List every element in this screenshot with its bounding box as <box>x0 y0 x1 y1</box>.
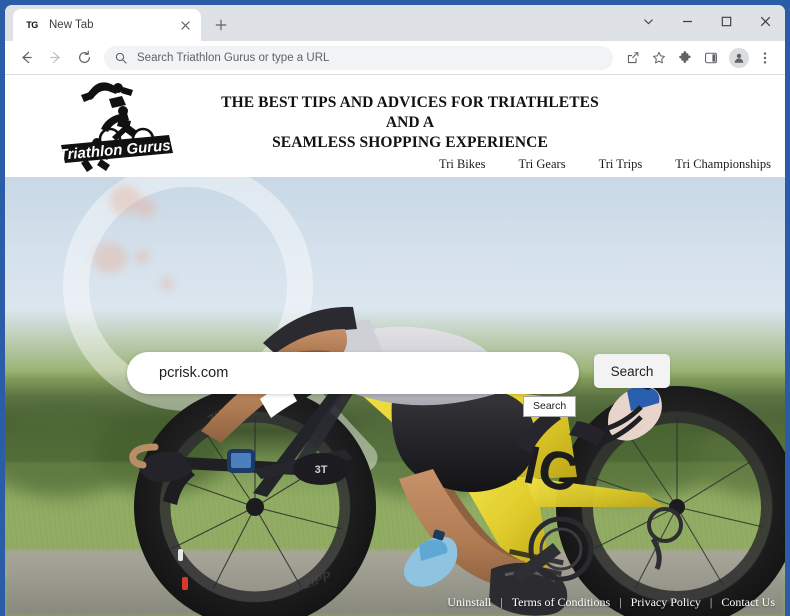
tab-favicon-icon: TG <box>26 20 38 30</box>
nav-item-tri-championships[interactable]: Tri Championships <box>675 157 771 172</box>
reload-icon[interactable] <box>71 45 97 71</box>
search-tooltip: Search <box>523 396 577 417</box>
puzzle-icon[interactable] <box>673 46 697 70</box>
address-bar[interactable]: Search Triathlon Gurus or type a URL <box>104 45 613 70</box>
nav-item-tri-bikes[interactable]: Tri Bikes <box>439 157 485 172</box>
site-header: Triathlon Gurus THE BEST TIPS AND ADVICE… <box>5 75 785 177</box>
profile-avatar-icon[interactable] <box>729 47 749 68</box>
three-dot-menu-icon[interactable] <box>753 46 777 70</box>
site-search-button[interactable]: Search <box>594 354 670 388</box>
headline-line-2: AND A <box>385 114 435 131</box>
footer-link-privacy[interactable]: Privacy Policy <box>631 595 701 610</box>
browser-tab[interactable]: TG New Tab <box>13 9 201 41</box>
footer-link-terms[interactable]: Terms of Conditions <box>512 595 611 610</box>
address-bar-placeholder: Search Triathlon Gurus or type a URL <box>137 51 330 64</box>
site-headline: THE BEST TIPS AND ADVICES FOR TRIATHLETE… <box>180 93 640 153</box>
browser-window: TG New Tab Search Triathlon Gurus or typ… <box>5 5 785 616</box>
footer-separator: | <box>709 595 713 609</box>
site-search-input[interactable] <box>159 365 549 381</box>
footer-link-contact[interactable]: Contact Us <box>721 595 775 610</box>
forward-arrow-icon[interactable] <box>42 45 68 71</box>
svg-text:Triathlon Gurus: Triathlon Gurus <box>58 137 171 164</box>
tab-strip: TG New Tab <box>5 5 785 41</box>
nav-item-tri-gears[interactable]: Tri Gears <box>518 157 565 172</box>
share-icon[interactable] <box>621 46 645 70</box>
window-close-icon[interactable] <box>746 5 785 37</box>
headline-line-1: THE BEST TIPS AND ADVICES FOR TRIATHLETE… <box>221 94 599 111</box>
svg-text:3T: 3T <box>315 464 328 476</box>
tab-close-icon[interactable] <box>177 17 193 33</box>
nav-item-tri-trips[interactable]: Tri Trips <box>599 157 643 172</box>
search-icon <box>114 51 128 65</box>
site-logo[interactable]: Triathlon Gurus <box>57 75 177 173</box>
web-page-content: Triathlon Gurus THE BEST TIPS AND ADVICE… <box>5 75 785 616</box>
back-arrow-icon[interactable] <box>13 45 39 71</box>
footer-separator: | <box>619 595 622 609</box>
site-navigation: Tri Bikes Tri Gears Tri Trips Tri Champi… <box>439 157 771 172</box>
site-footer-links: Uninstall | Terms of Conditions | Privac… <box>447 595 775 610</box>
footer-link-uninstall[interactable]: Uninstall <box>447 595 491 610</box>
star-icon[interactable] <box>647 46 671 70</box>
hero-banner: ZIPP ZIPP BMC <box>5 177 785 616</box>
new-tab-button[interactable] <box>207 11 235 39</box>
tab-title: New Tab <box>49 19 94 31</box>
site-search-box[interactable] <box>127 352 579 394</box>
maximize-icon[interactable] <box>707 5 746 37</box>
browser-window-frame: TG New Tab Search Triathlon Gurus or typ… <box>0 0 790 616</box>
side-panel-icon[interactable] <box>699 46 723 70</box>
headline-line-3: SEAMLESS SHOPPING EXPERIENCE <box>272 134 548 151</box>
footer-separator: | <box>500 595 503 609</box>
minimize-icon[interactable] <box>668 5 707 37</box>
window-controls <box>629 5 785 37</box>
browser-toolbar: Search Triathlon Gurus or type a URL <box>5 41 785 75</box>
cyclist-photo-subject: ZIPP ZIPP BMC <box>5 177 785 616</box>
chevron-down-icon[interactable] <box>629 5 668 37</box>
